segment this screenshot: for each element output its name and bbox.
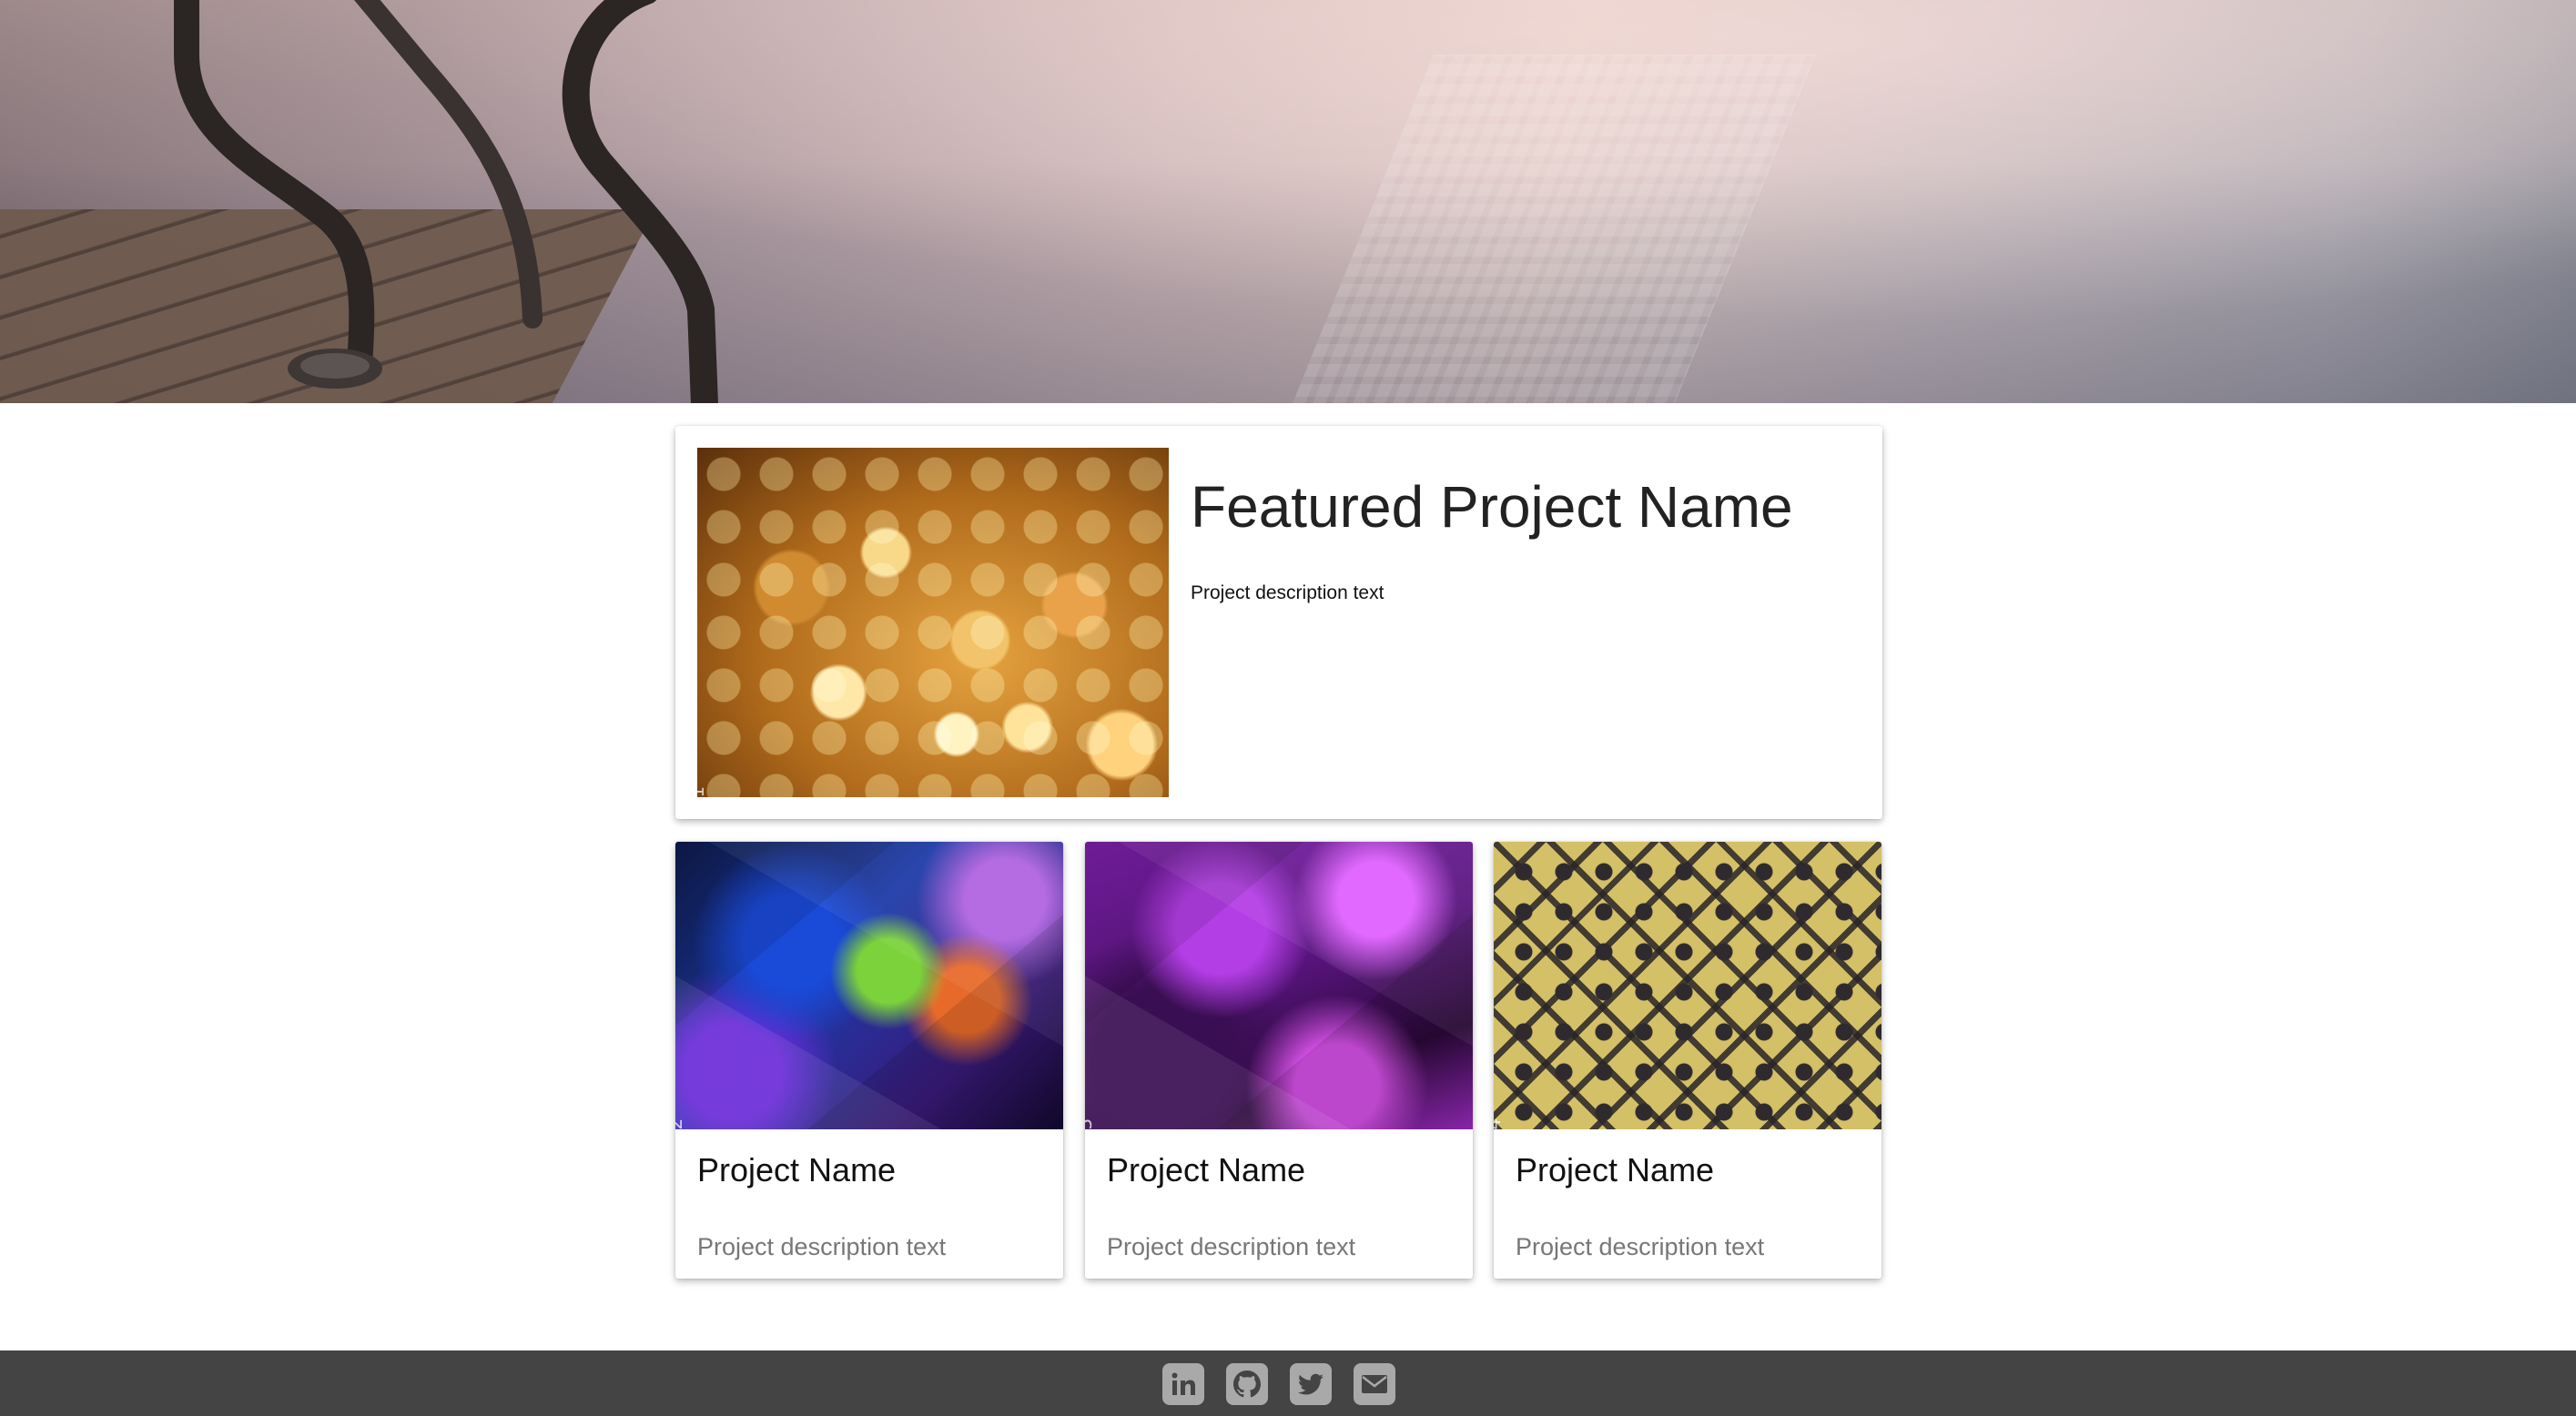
pool-ladder-icon: [174, 0, 718, 403]
github-glyph: [1233, 1370, 1261, 1398]
image-placeholder-label-text: placeholder-4: [1494, 1118, 1505, 1129]
hero-banner: [0, 0, 2576, 403]
featured-project-title: Featured Project Name: [1191, 474, 1793, 540]
project-description: Project description text: [1516, 1233, 1765, 1260]
project-name: Project Name: [1107, 1151, 1306, 1188]
email-glyph: [1362, 1375, 1387, 1393]
project-description: Project description text: [697, 1233, 947, 1260]
linkedin-icon[interactable]: [1162, 1363, 1204, 1405]
image-placeholder-label-text: placeholder-1: [697, 785, 708, 797]
image-placeholder-label-text: placeholder-3: [1085, 1118, 1096, 1129]
featured-project-description: Project description text: [1191, 582, 1384, 603]
image-placeholder-label-text: placeholder-2: [675, 1118, 686, 1129]
project-description: Project description text: [1107, 1233, 1356, 1260]
facet-overlay: [675, 842, 1063, 1129]
project-image: placeholder-3: [1085, 842, 1473, 1129]
featured-project-card[interactable]: placeholder-1 Featured Project Name Proj…: [675, 426, 1882, 819]
project-image: placeholder-2: [675, 842, 1063, 1129]
project-name: Project Name: [1516, 1151, 1715, 1188]
project-card[interactable]: placeholder-4 Project Name Project descr…: [1494, 842, 1881, 1279]
bokeh-overlay: [697, 448, 1169, 797]
facet-overlay: [1085, 842, 1473, 1129]
linkedin-glyph: [1171, 1372, 1195, 1395]
project-card[interactable]: placeholder-2 Project Name Project descr…: [675, 842, 1063, 1279]
footer: [0, 1350, 2576, 1416]
twitter-icon[interactable]: [1290, 1363, 1332, 1405]
project-card[interactable]: placeholder-3 Project Name Project descr…: [1085, 842, 1473, 1279]
email-icon[interactable]: [1354, 1363, 1395, 1405]
twitter-glyph: [1297, 1373, 1323, 1395]
featured-project-image: placeholder-1: [697, 448, 1169, 797]
project-image: placeholder-4: [1494, 842, 1881, 1129]
project-name: Project Name: [697, 1151, 897, 1188]
github-icon[interactable]: [1226, 1363, 1268, 1405]
